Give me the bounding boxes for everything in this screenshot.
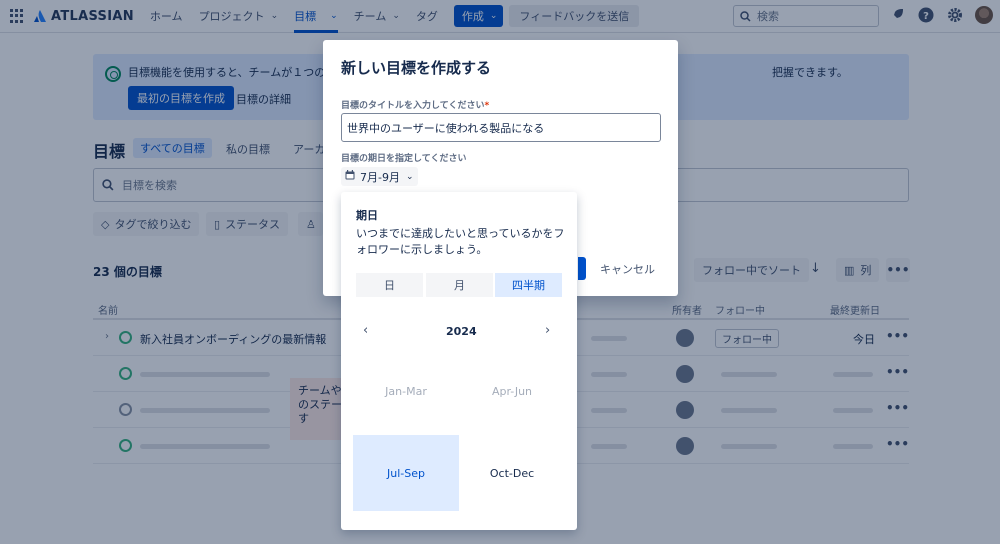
quarter-q2[interactable]: Apr-Jun — [459, 353, 565, 429]
year-label: 2024 — [446, 325, 477, 338]
goal-title-label: 目標のタイトルを入力してください* — [341, 98, 489, 111]
required-marker: * — [484, 101, 490, 111]
goal-title-input[interactable]: 世界中のユーザーに使われる製品になる — [341, 113, 661, 142]
segment-month[interactable]: 月 — [426, 273, 493, 297]
create-submit-button[interactable] — [578, 257, 586, 280]
popup-title: 期日 — [356, 209, 378, 222]
due-date-popup: 期日 いつまでに達成したいと思っているかをフォロワーに示しましょう。 日 月 四… — [341, 192, 577, 530]
due-date-picker-button[interactable]: 7月-9月 ⌄ — [341, 167, 418, 186]
dialog-title: 新しい目標を作成する — [341, 59, 492, 77]
calendar-icon — [345, 170, 355, 183]
quarter-q4[interactable]: Oct-Dec — [459, 435, 565, 511]
quarter-q1[interactable]: Jan-Mar — [353, 353, 459, 429]
cancel-button[interactable]: キャンセル — [600, 261, 655, 277]
due-date-label: 目標の期日を指定してください — [341, 154, 467, 164]
popup-description: いつまでに達成したいと思っているかをフォロワーに示しましょう。 — [356, 227, 565, 256]
quarter-q3[interactable]: Jul-Sep — [353, 435, 459, 511]
previous-year-icon[interactable]: ‹ — [363, 323, 368, 338]
due-date-value: 7月-9月 — [360, 170, 400, 184]
chevron-down-icon: ⌄ — [405, 171, 414, 182]
goal-title-label-text: 目標のタイトルを入力してください — [341, 101, 485, 111]
segment-day[interactable]: 日 — [356, 273, 423, 297]
next-year-icon[interactable]: › — [545, 323, 550, 338]
segment-quarter[interactable]: 四半期 — [495, 273, 562, 297]
